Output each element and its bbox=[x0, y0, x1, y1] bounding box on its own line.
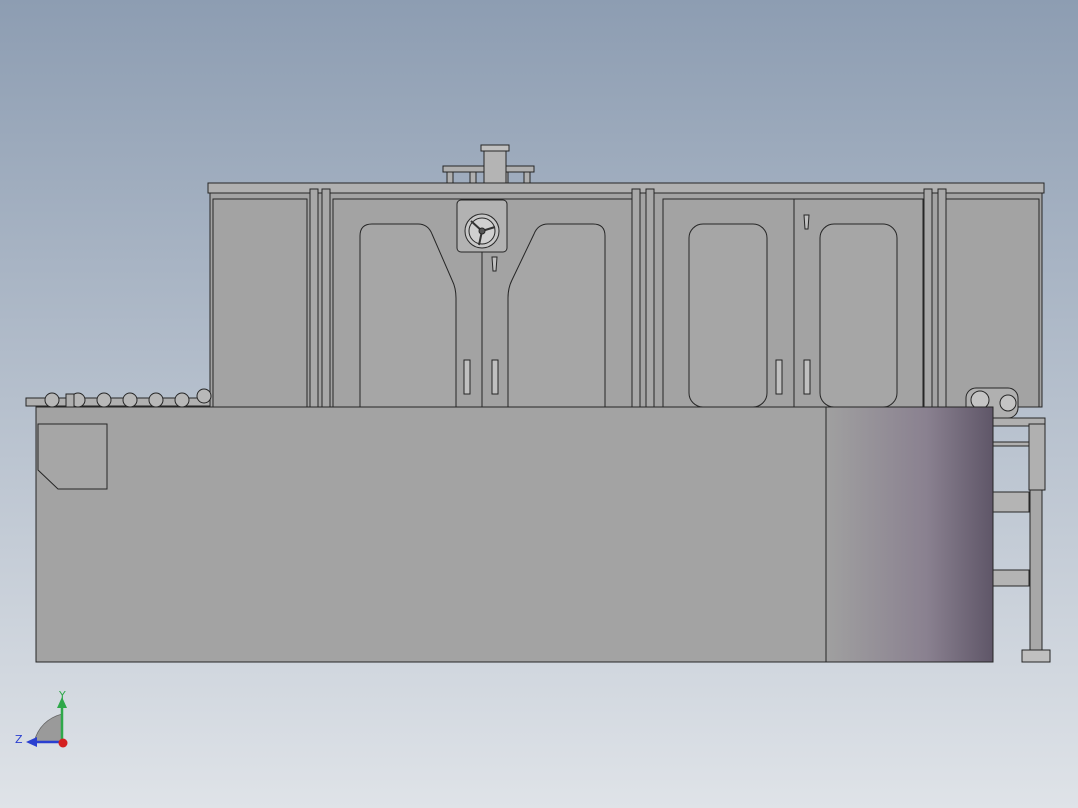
inspection-plate[interactable] bbox=[37, 423, 108, 490]
door-handle[interactable] bbox=[775, 359, 783, 395]
base-tank[interactable] bbox=[35, 406, 994, 663]
cad-drawing[interactable]: Y Z bbox=[0, 0, 1078, 808]
y-axis-label: Y bbox=[58, 689, 66, 702]
latch-icon bbox=[803, 214, 810, 230]
upper-cabinet[interactable] bbox=[207, 182, 1045, 408]
door-window-4 bbox=[819, 223, 898, 408]
door-handle[interactable] bbox=[463, 359, 471, 395]
door-window-3 bbox=[688, 223, 768, 408]
fan-icon[interactable] bbox=[456, 199, 508, 253]
latch-icon bbox=[491, 256, 498, 272]
door-handle[interactable] bbox=[491, 359, 499, 395]
z-axis-label: Z bbox=[15, 733, 23, 746]
x-axis-icon bbox=[58, 738, 68, 748]
base-side-panel bbox=[825, 406, 994, 663]
door-handle[interactable] bbox=[803, 359, 811, 395]
cad-viewport[interactable]: Y Z bbox=[0, 0, 1078, 808]
